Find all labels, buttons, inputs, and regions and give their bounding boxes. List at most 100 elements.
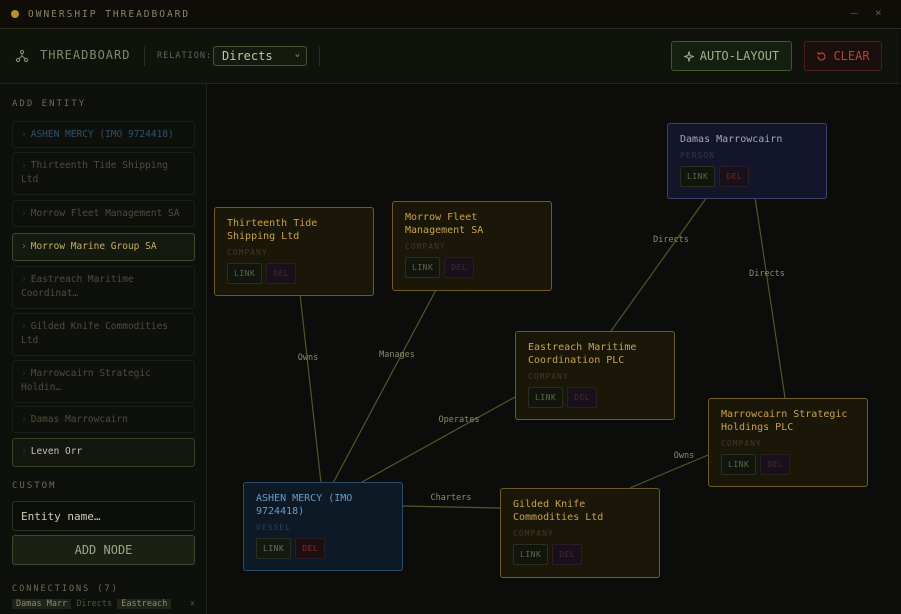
chevron-down-icon: ⌄ [294, 49, 300, 59]
delete-button[interactable]: DEL [295, 538, 326, 559]
delete-button[interactable]: DEL [266, 263, 297, 284]
add-node-button[interactable]: ADD NODE [12, 535, 195, 565]
edge-line [299, 293, 322, 484]
remove-connection-button[interactable]: × [190, 599, 195, 609]
connection-to: Eastreach [117, 599, 172, 609]
entity-item-ashen-mercy[interactable]: › ASHEN MERCY (IMO 9724418) [12, 121, 195, 148]
entity-item-label: Morrow Fleet Management SA [30, 208, 180, 219]
link-button[interactable]: LINK [513, 544, 549, 565]
auto-layout-button[interactable]: AUTO-LAYOUT [671, 41, 792, 71]
edge-label: Owns [297, 353, 319, 363]
clear-label: CLEAR [833, 49, 870, 63]
entity-item-label: Thirteenth Tide Shipping Ltd [21, 160, 169, 185]
entity-bullet-icon: › [21, 160, 27, 171]
node-name: Eastreach Maritime Coordination PLC [528, 342, 637, 366]
entity-item-gilded-knife[interactable]: › Gilded Knife Commodities Ltd [12, 313, 195, 356]
entity-bullet-icon: › [21, 208, 27, 219]
minimize-button[interactable]: – [851, 6, 858, 19]
node-type: COMPANY [513, 529, 554, 538]
connection-row[interactable]: Damas Marr Directs Eastreach × [12, 599, 195, 612]
entity-item-label: ASHEN MERCY (IMO 9724418) [30, 129, 174, 140]
entity-bullet-icon: › [21, 368, 27, 379]
entity-item-morrow-fleet[interactable]: › Morrow Fleet Management SA [12, 200, 195, 227]
entity-item-label: Eastreach Maritime Coordinat… [21, 274, 134, 299]
node-marrowcairn-strategic[interactable]: Marrowcairn Strategic Holdings PLC COMPA… [708, 398, 868, 487]
custom-heading: CUSTOM [12, 481, 57, 491]
delete-button[interactable]: DEL [552, 544, 583, 565]
window-title: OWNERSHIP THREADBOARD [28, 8, 191, 20]
entity-item-thirteenth-tide[interactable]: › Thirteenth Tide Shipping Ltd [12, 152, 195, 195]
graph-canvas[interactable]: Owns Manages Operates Charters Directs D… [207, 84, 899, 614]
entity-bullet-icon: › [21, 446, 27, 457]
link-button[interactable]: LINK [680, 166, 716, 187]
node-type: COMPANY [721, 439, 762, 448]
connections-heading: CONNECTIONS (7) [12, 584, 119, 594]
relation-select-value: Directs [222, 49, 273, 63]
connection-relation: Directs [76, 599, 113, 609]
node-type: COMPANY [405, 242, 446, 251]
brand-name: THREADBOARD [40, 48, 131, 62]
connection-from: Damas Marr [12, 599, 72, 609]
relation-select[interactable]: Directs ⌄ [213, 46, 307, 66]
link-button[interactable]: LINK [405, 257, 441, 278]
add-entity-heading: ADD ENTITY [12, 99, 87, 109]
toolbar-divider [144, 47, 145, 66]
entity-bullet-icon: › [21, 414, 27, 425]
toolbar-divider [319, 47, 320, 66]
entity-item-eastreach[interactable]: › Eastreach Maritime Coordinat… [12, 266, 195, 309]
node-name: ASHEN MERCY (IMO 9724418) [256, 493, 353, 517]
edge-line [754, 196, 786, 399]
entity-item-leven-orr[interactable]: › Leven Orr [12, 438, 195, 467]
edge-label: Owns [673, 451, 695, 461]
network-icon [15, 49, 29, 63]
sidebar: ADD ENTITY › ASHEN MERCY (IMO 9724418) › T… [0, 84, 207, 614]
edge-label: Charters [430, 493, 472, 503]
node-eastreach[interactable]: Eastreach Maritime Coordination PLC COMP… [515, 331, 675, 420]
entity-item-label: Leven Orr [30, 446, 83, 457]
link-button[interactable]: LINK [227, 263, 263, 284]
delete-button[interactable]: DEL [760, 454, 791, 475]
relation-label: RELATION: [157, 51, 213, 61]
edge-label: Manages [379, 350, 415, 360]
entity-item-label: Gilded Knife Commodities Ltd [21, 321, 169, 346]
node-name: Gilded Knife Commodities Ltd [513, 499, 604, 523]
edge-line [331, 287, 438, 486]
node-type: VESSEL [256, 523, 291, 532]
node-name: Thirteenth Tide Shipping Ltd [227, 218, 318, 242]
entity-bullet-icon: › [21, 274, 27, 285]
link-button[interactable]: LINK [721, 454, 757, 475]
node-type: PERSON [680, 151, 715, 160]
edge-label: Operates [438, 415, 480, 425]
delete-button[interactable]: DEL [444, 257, 475, 278]
edge-line [629, 454, 709, 489]
close-window-button[interactable]: × [875, 6, 882, 19]
entity-item-label: Morrow Marine Group SA [30, 241, 157, 252]
node-gilded-knife[interactable]: Gilded Knife Commodities Ltd COMPANY LIN… [500, 488, 660, 578]
edge-line [361, 396, 516, 483]
node-name: Marrowcairn Strategic Holdings PLC [721, 409, 848, 433]
entity-item-damas-marrowcairn[interactable]: › Damas Marrowcairn [12, 406, 195, 433]
entity-item-marrowcairn[interactable]: › Marrowcairn Strategic Holdin… [12, 360, 195, 403]
link-button[interactable]: LINK [528, 387, 564, 408]
delete-button[interactable]: DEL [719, 166, 750, 187]
entity-item-label: Damas Marrowcairn [30, 414, 128, 425]
entity-bullet-icon: › [21, 321, 27, 332]
edge-label: Directs [749, 269, 785, 279]
node-thirteenth-tide[interactable]: Thirteenth Tide Shipping Ltd COMPANY LIN… [214, 207, 374, 296]
clear-button[interactable]: CLEAR [804, 41, 882, 71]
edge-line [402, 505, 501, 509]
entity-item-label: Marrowcairn Strategic Holdin… [21, 368, 151, 393]
node-ashen-mercy[interactable]: ASHEN MERCY (IMO 9724418) VESSEL LINK DE… [243, 482, 403, 571]
entity-name-input[interactable]: Entity name… [12, 501, 195, 531]
entity-bullet-icon: › [21, 241, 27, 252]
link-button[interactable]: LINK [256, 538, 292, 559]
reset-icon [817, 51, 826, 61]
toolbar: THREADBOARD RELATION: Directs ⌄ AUTO-LAY… [0, 29, 899, 84]
entity-bullet-icon: › [21, 129, 27, 140]
node-damas-marrowcairn[interactable]: Damas Marrowcairn PERSON LINK DEL [667, 123, 827, 199]
entity-item-morrow-marine[interactable]: › Morrow Marine Group SA [12, 233, 195, 261]
node-morrow-fleet[interactable]: Morrow Fleet Management SA COMPANY LINK … [392, 201, 552, 291]
node-type: COMPANY [528, 372, 569, 381]
delete-button[interactable]: DEL [567, 387, 598, 408]
title-bar: OWNERSHIP THREADBOARD – × [0, 0, 901, 29]
